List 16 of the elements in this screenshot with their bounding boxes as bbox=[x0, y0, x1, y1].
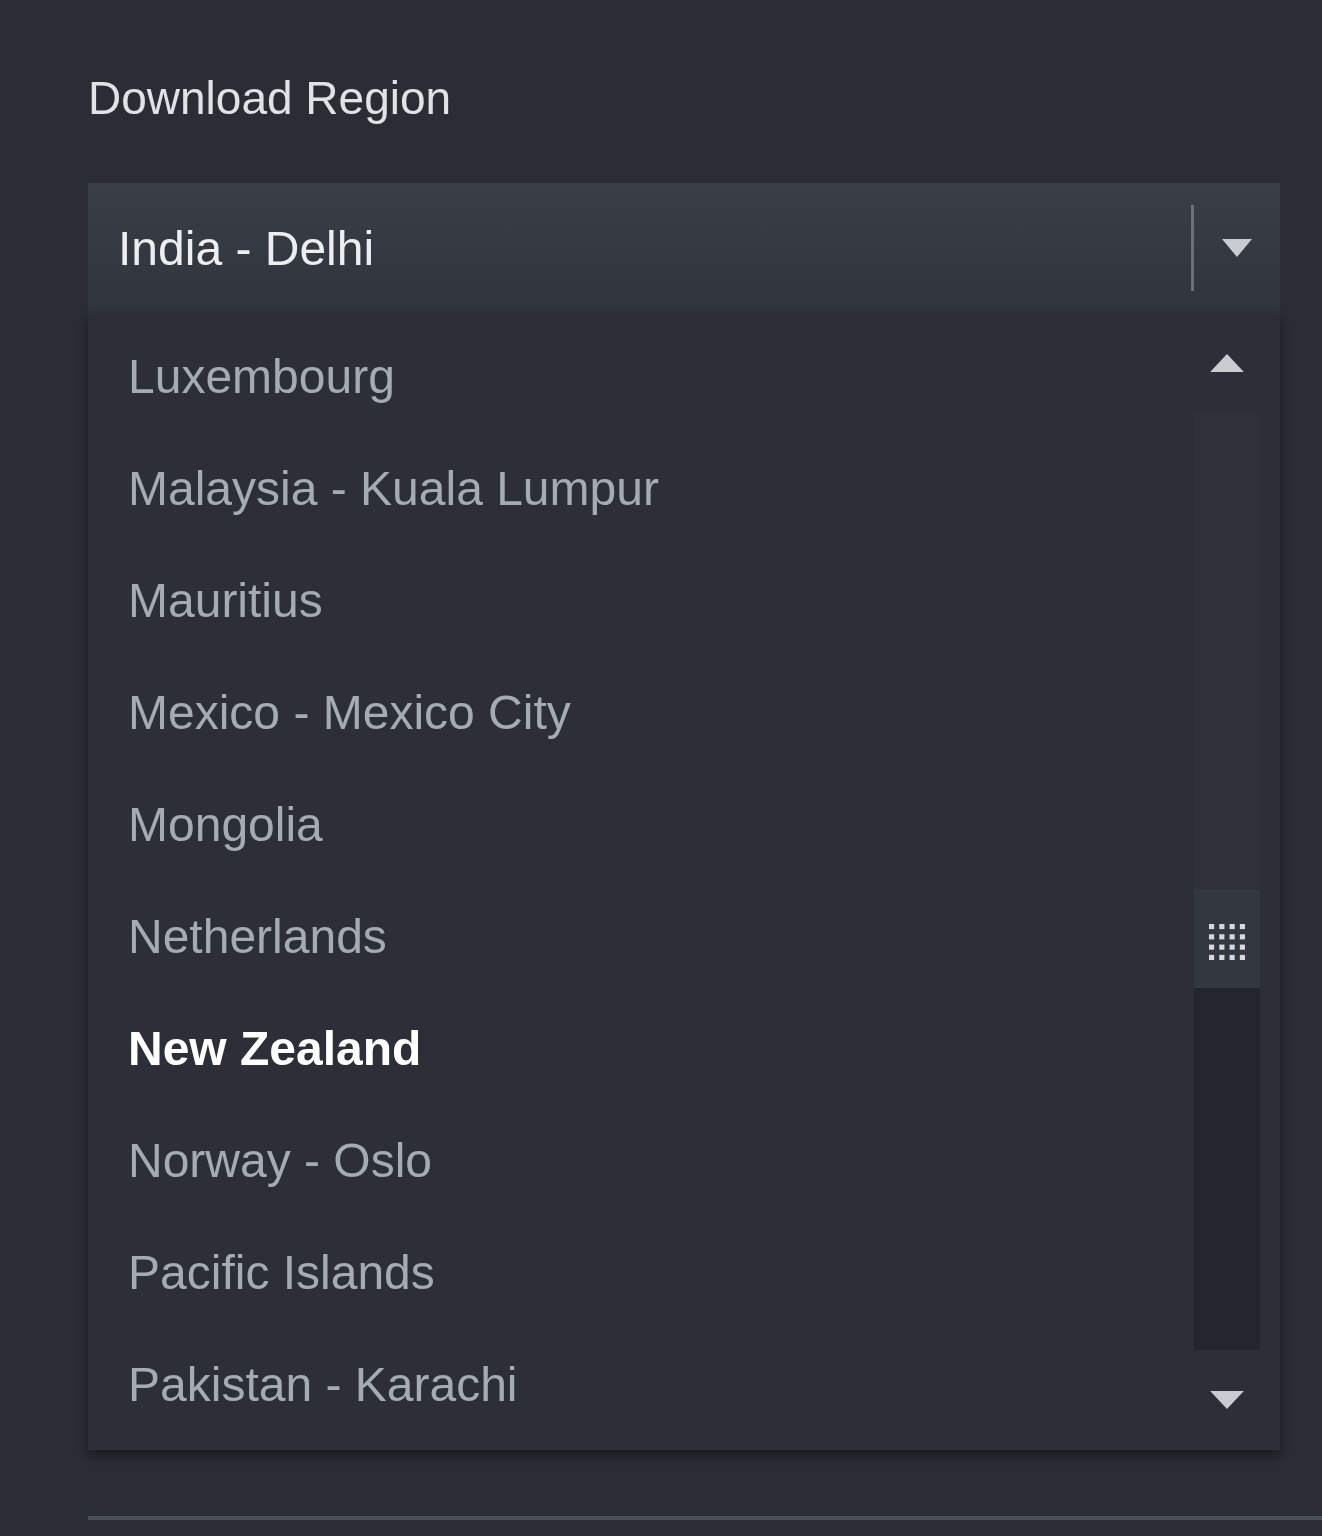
dropdown-option[interactable]: Mongolia bbox=[88, 769, 1194, 881]
dropdown-option[interactable]: New Zealand bbox=[88, 993, 1194, 1105]
dropdown-option[interactable]: Mauritius bbox=[88, 545, 1194, 657]
grip-icon bbox=[1209, 924, 1245, 960]
dropdown-option[interactable]: Luxembourg bbox=[88, 321, 1194, 433]
dropdown-option[interactable]: Netherlands bbox=[88, 881, 1194, 993]
scroll-up-icon[interactable] bbox=[1210, 354, 1244, 372]
section-title: Download Region bbox=[88, 71, 453, 126]
caret-icon bbox=[1222, 239, 1252, 257]
dropdown-option[interactable]: Norway - Oslo bbox=[88, 1105, 1194, 1217]
dropdown-option[interactable]: Pakistan - Karachi bbox=[88, 1329, 1194, 1441]
dropdown-option[interactable]: Pacific Islands bbox=[88, 1217, 1194, 1329]
dropdown-option[interactable]: Mexico - Mexico City bbox=[88, 657, 1194, 769]
dropdown-option[interactable]: Malaysia - Kuala Lumpur bbox=[88, 433, 1194, 545]
scroll-down-icon[interactable] bbox=[1210, 1391, 1244, 1409]
region-dropdown[interactable]: India - Delhi bbox=[88, 183, 1280, 313]
